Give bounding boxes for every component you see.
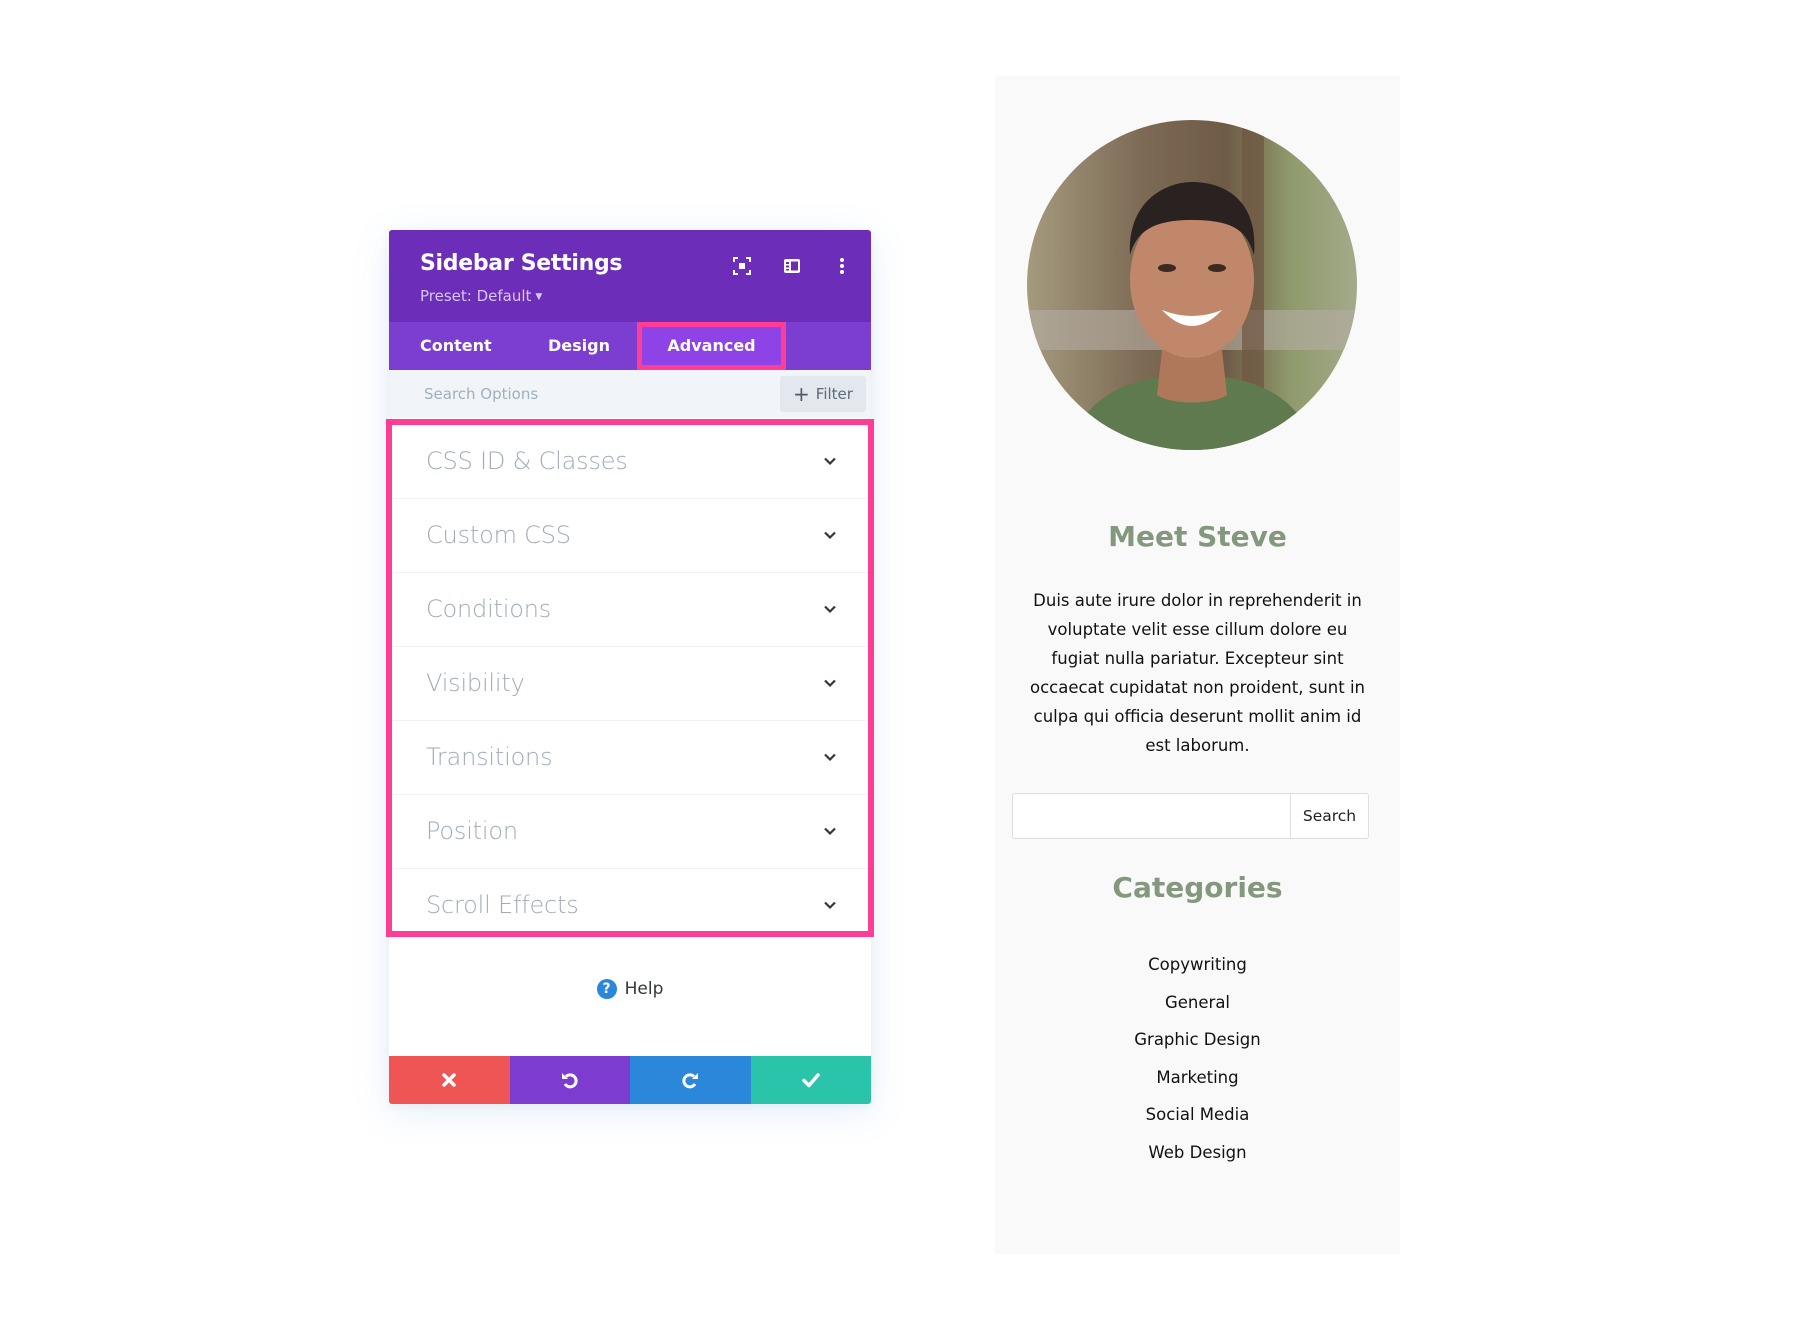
category-link[interactable]: General	[995, 984, 1400, 1022]
preset-label: Preset: Default	[420, 287, 532, 305]
chevron-down-icon	[824, 753, 836, 762]
sidebar-search-input[interactable]	[1013, 794, 1290, 838]
panel-header[interactable]: Sidebar Settings Preset: Default ▼	[389, 230, 871, 322]
check-icon	[802, 1073, 820, 1088]
undo-icon	[561, 1073, 578, 1089]
sidebar-search-button[interactable]: Search	[1290, 794, 1368, 838]
save-button[interactable]	[750, 1056, 871, 1104]
group-label: Custom CSS	[426, 521, 571, 549]
chevron-down-icon	[824, 679, 836, 688]
help-label: Help	[624, 979, 664, 999]
preset-dropdown[interactable]: Preset: Default ▼	[420, 287, 542, 305]
option-group-visibility[interactable]: Visibility	[392, 647, 868, 721]
panel-footer	[389, 1056, 871, 1104]
group-label: Scroll Effects	[426, 891, 579, 919]
option-group-scroll-effects[interactable]: Scroll Effects	[392, 869, 868, 943]
profile-heading: Meet Steve	[1108, 520, 1287, 553]
filter-label: Filter	[815, 385, 853, 403]
option-group-custom-css[interactable]: Custom CSS	[392, 499, 868, 573]
profile-bio: Duis aute irure dolor in reprehenderit i…	[1029, 591, 1365, 755]
option-group-position[interactable]: Position	[392, 795, 868, 869]
split-view-icon[interactable]	[781, 255, 803, 277]
close-icon	[442, 1073, 456, 1087]
sidebar-search-form: Search	[1012, 793, 1369, 839]
redo-icon	[682, 1073, 699, 1089]
group-label: Conditions	[426, 595, 552, 623]
undo-button[interactable]	[509, 1056, 630, 1104]
category-link[interactable]: Graphic Design	[995, 1021, 1400, 1059]
caret-down-icon: ▼	[535, 292, 543, 302]
option-group-conditions[interactable]: Conditions	[392, 573, 868, 647]
group-label: CSS ID & Classes	[426, 447, 628, 475]
tab-advanced[interactable]: Advanced	[637, 322, 786, 370]
advanced-option-groups: CSS ID & Classes Custom CSS Conditions V…	[386, 419, 874, 937]
redo-button[interactable]	[630, 1056, 751, 1104]
panel-title: Sidebar Settings	[420, 251, 623, 276]
tab-design[interactable]: Design	[548, 322, 610, 370]
chevron-down-icon	[824, 531, 836, 540]
search-options-input[interactable]	[409, 370, 744, 418]
expand-icon[interactable]	[731, 255, 753, 277]
group-label: Transitions	[426, 743, 553, 771]
help-link[interactable]: ? Help	[389, 979, 871, 999]
help-icon: ?	[596, 979, 617, 999]
plus-icon: +	[793, 382, 810, 406]
chevron-down-icon	[824, 457, 836, 466]
category-link[interactable]: Social Media	[995, 1096, 1400, 1134]
chevron-down-icon	[824, 827, 836, 836]
category-link[interactable]: Marketing	[995, 1059, 1400, 1097]
category-link[interactable]: Copywriting	[995, 946, 1400, 984]
categories-heading: Categories	[1112, 871, 1283, 904]
group-label: Position	[426, 817, 518, 845]
tab-bar: Content Design Advanced	[389, 322, 871, 370]
option-group-transitions[interactable]: Transitions	[392, 721, 868, 795]
sidebar-settings-panel: Sidebar Settings Preset: Default ▼ Conten…	[386, 230, 874, 1104]
tab-content[interactable]: Content	[420, 322, 492, 370]
more-vertical-icon[interactable]	[831, 255, 853, 277]
cancel-button[interactable]	[389, 1056, 510, 1104]
filter-button[interactable]: + Filter	[780, 376, 866, 412]
category-link[interactable]: Web Design	[995, 1134, 1400, 1172]
chevron-down-icon	[824, 901, 836, 910]
option-group-css-id-classes[interactable]: CSS ID & Classes	[392, 425, 868, 499]
search-options-row: + Filter	[389, 370, 871, 418]
categories-list: Copywriting General Graphic Design Marke…	[995, 946, 1400, 1171]
sidebar-preview: Meet Steve Duis aute irure dolor in repr…	[995, 76, 1400, 1254]
chevron-down-icon	[824, 605, 836, 614]
group-label: Visibility	[426, 669, 525, 697]
profile-photo	[1027, 120, 1357, 450]
